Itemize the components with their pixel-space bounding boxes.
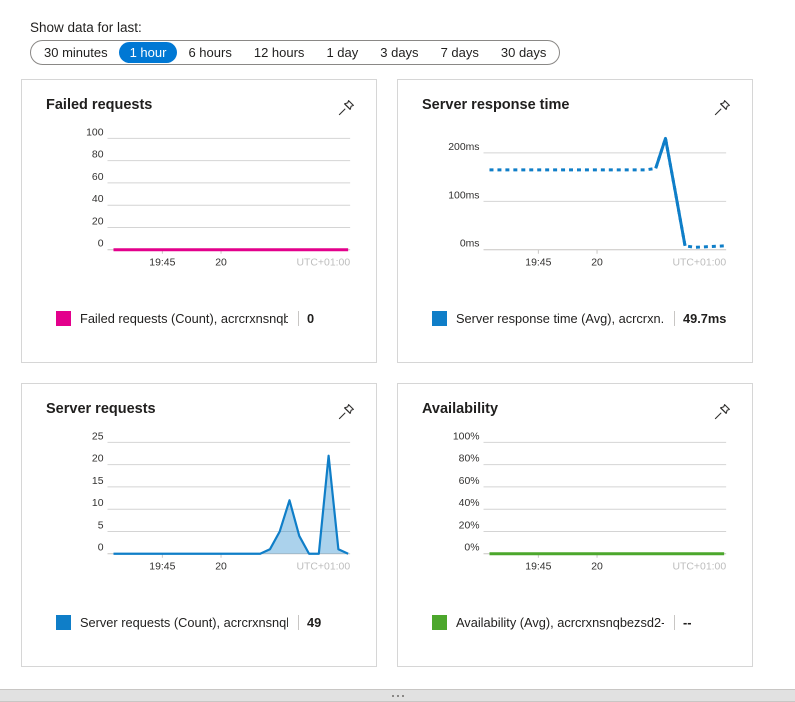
pin-icon[interactable] bbox=[334, 400, 358, 424]
chart-plot-area[interactable]: 0 5 10 15 20 25 19:45 20 UTC+01:00 bbox=[22, 428, 376, 588]
svg-text:20: 20 bbox=[215, 258, 227, 269]
legend-value: 49 bbox=[307, 615, 322, 630]
metrics-card-grid: Failed requests 0 20 40 60 80 100 19:45 20 UTC+01… bbox=[21, 79, 753, 667]
time-range-option-6-hours[interactable]: 6 hours bbox=[177, 42, 242, 63]
svg-text:UTC+01:00: UTC+01:00 bbox=[296, 562, 350, 573]
chart-legend[interactable]: Availability (Avg), acrcrxnsnqbezsd2-...… bbox=[432, 615, 692, 630]
legend-label: Server response time (Avg), acrcrxn... bbox=[456, 311, 664, 326]
pin-icon[interactable] bbox=[710, 400, 734, 424]
svg-text:20: 20 bbox=[591, 258, 603, 269]
svg-text:20: 20 bbox=[215, 562, 227, 573]
svg-text:80%: 80% bbox=[459, 454, 480, 465]
card-title: Server requests bbox=[46, 401, 156, 417]
svg-text:40%: 40% bbox=[459, 498, 480, 509]
svg-text:20: 20 bbox=[92, 216, 104, 227]
legend-label: Server requests (Count), acrcrxnsnqb... bbox=[80, 615, 288, 630]
legend-color-swatch bbox=[56, 615, 71, 630]
svg-text:UTC+01:00: UTC+01:00 bbox=[296, 258, 350, 269]
time-range-option-1-day[interactable]: 1 day bbox=[315, 42, 369, 63]
svg-text:100%: 100% bbox=[453, 431, 480, 442]
svg-text:80: 80 bbox=[92, 150, 104, 161]
svg-text:5: 5 bbox=[98, 520, 104, 531]
svg-text:19:45: 19:45 bbox=[149, 562, 175, 573]
metric-card-failed-requests: Failed requests 0 20 40 60 80 100 19:45 20 UTC+01… bbox=[21, 79, 377, 363]
svg-text:0: 0 bbox=[98, 543, 104, 554]
legend-color-swatch bbox=[432, 615, 447, 630]
svg-text:19:45: 19:45 bbox=[525, 258, 551, 269]
legend-label: Failed requests (Count), acrcrxnsnqb... bbox=[80, 311, 288, 326]
svg-text:25: 25 bbox=[92, 431, 104, 442]
svg-text:60: 60 bbox=[92, 172, 104, 183]
svg-text:100: 100 bbox=[86, 127, 104, 138]
svg-text:60%: 60% bbox=[459, 476, 480, 487]
time-range-option-3-days[interactable]: 3 days bbox=[369, 42, 429, 63]
chart-plot-area[interactable]: 0% 20% 40% 60% 80% 100% 19:45 20 UTC+01:00 bbox=[398, 428, 752, 588]
svg-text:200ms: 200ms bbox=[448, 142, 479, 153]
legend-color-swatch bbox=[56, 311, 71, 326]
legend-value: 49.7ms bbox=[683, 311, 727, 326]
card-title: Availability bbox=[422, 401, 499, 417]
legend-label: Availability (Avg), acrcrxnsnqbezsd2-... bbox=[456, 615, 664, 630]
time-range-option-12-hours[interactable]: 12 hours bbox=[243, 42, 316, 63]
legend-value: -- bbox=[683, 615, 692, 630]
legend-divider bbox=[674, 615, 675, 630]
metric-card-server-requests: Server requests 0 5 10 15 20 25 19:45 20 UTC+01:0… bbox=[21, 383, 377, 667]
svg-text:20: 20 bbox=[591, 562, 603, 573]
svg-text:10: 10 bbox=[92, 498, 104, 509]
svg-text:40: 40 bbox=[92, 194, 104, 205]
time-range-option-30-days[interactable]: 30 days bbox=[490, 42, 558, 63]
time-range-selector[interactable]: 30 minutes 1 hour 6 hours 12 hours 1 day 3 da… bbox=[30, 40, 561, 65]
svg-text:UTC+01:00: UTC+01:00 bbox=[672, 562, 726, 573]
chart-legend[interactable]: Server response time (Avg), acrcrxn... 49… bbox=[432, 311, 726, 326]
range-selector-label: Show data for last: bbox=[30, 20, 142, 35]
svg-text:100ms: 100ms bbox=[448, 190, 479, 201]
chart-plot-area[interactable]: 0 20 40 60 80 100 19:45 20 UTC+01:00 bbox=[22, 124, 376, 284]
svg-text:0: 0 bbox=[98, 239, 104, 250]
legend-divider bbox=[298, 615, 299, 630]
svg-text:20: 20 bbox=[92, 454, 104, 465]
svg-text:15: 15 bbox=[92, 476, 104, 487]
panel-resize-splitter[interactable] bbox=[0, 689, 795, 702]
metric-card-server-response-time: Server response time 0ms 100ms 200ms 19:45 20… bbox=[397, 79, 753, 363]
app-insights-overview: Show data for last: 30 minutes 1 hour 6 ho… bbox=[0, 0, 795, 702]
legend-divider bbox=[298, 311, 299, 326]
chart-legend[interactable]: Failed requests (Count), acrcrxnsnqb... 0 bbox=[56, 311, 314, 326]
chart-plot-area[interactable]: 0ms 100ms 200ms 19:45 20 UTC+01:00 bbox=[398, 124, 752, 284]
time-range-option-7-days[interactable]: 7 days bbox=[430, 42, 490, 63]
svg-text:19:45: 19:45 bbox=[525, 562, 551, 573]
svg-text:20%: 20% bbox=[459, 520, 480, 531]
metric-card-availability: Availability 0% 20% 40% 60% 80% 100% 19:45 20 UTC… bbox=[397, 383, 753, 667]
svg-text:19:45: 19:45 bbox=[149, 258, 175, 269]
legend-divider bbox=[674, 311, 675, 326]
time-range-option-1-hour[interactable]: 1 hour bbox=[118, 42, 178, 63]
svg-text:0%: 0% bbox=[464, 543, 479, 554]
legend-value: 0 bbox=[307, 311, 315, 326]
svg-text:0ms: 0ms bbox=[460, 239, 480, 250]
legend-color-swatch bbox=[432, 311, 447, 326]
time-range-option-30-minutes[interactable]: 30 minutes bbox=[33, 42, 119, 63]
card-title: Failed requests bbox=[46, 97, 153, 113]
pin-icon[interactable] bbox=[334, 96, 358, 120]
pin-icon[interactable] bbox=[710, 96, 734, 120]
chart-legend[interactable]: Server requests (Count), acrcrxnsnqb... 4… bbox=[56, 615, 321, 630]
card-title: Server response time bbox=[422, 97, 570, 113]
drag-handle-icon bbox=[391, 694, 404, 697]
svg-text:UTC+01:00: UTC+01:00 bbox=[672, 258, 726, 269]
